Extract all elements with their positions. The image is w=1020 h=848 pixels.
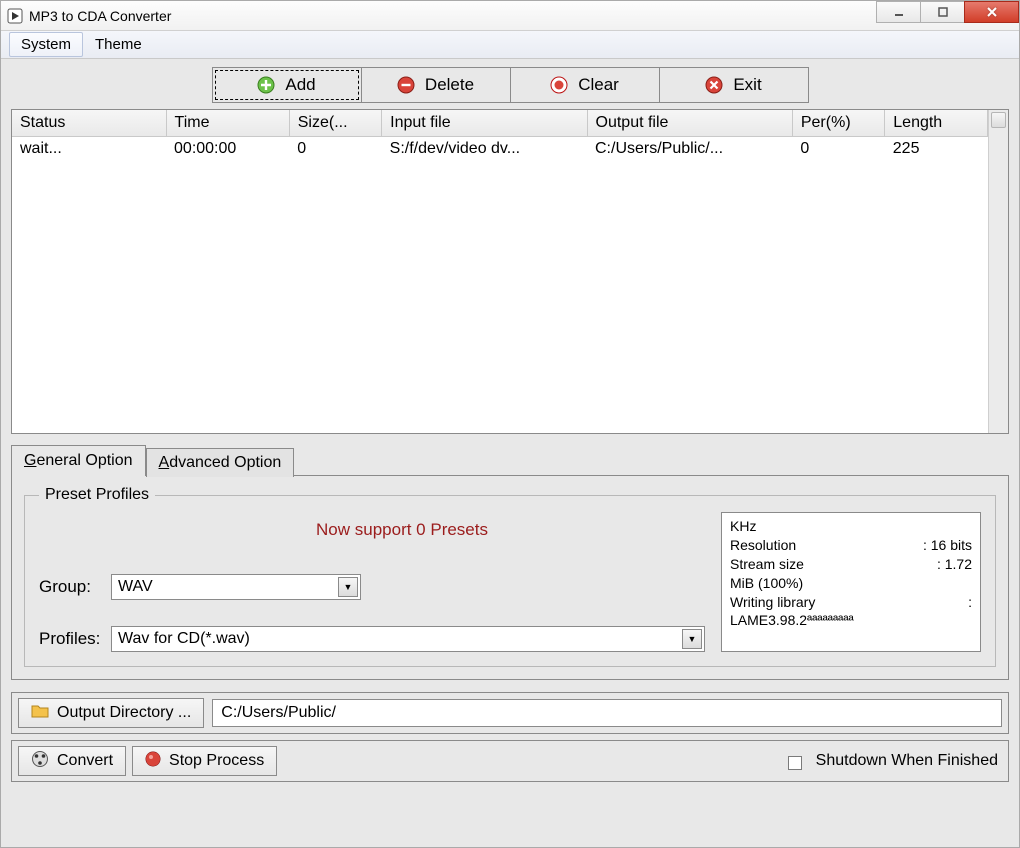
profiles-label: Profiles:: [39, 629, 111, 649]
shutdown-label: Shutdown When Finished: [816, 752, 998, 770]
convert-button[interactable]: Convert: [18, 746, 126, 776]
cell-status: wait...: [12, 137, 166, 162]
delete-icon: [397, 76, 415, 94]
info-key: Writing library: [730, 593, 968, 612]
tab-general-option[interactable]: General Option: [11, 445, 146, 476]
add-button[interactable]: Add: [212, 67, 362, 103]
info-line: KHz: [730, 517, 972, 536]
info-key: Resolution: [730, 536, 923, 555]
preset-legend: Preset Profiles: [39, 486, 155, 504]
col-time[interactable]: Time: [166, 110, 289, 137]
tab-advanced-label-rest: dvanced Option: [169, 454, 281, 471]
tab-advanced-option[interactable]: Advanced Option: [146, 448, 295, 477]
col-length[interactable]: Length: [885, 110, 988, 137]
action-bar: Convert Stop Process Shutdown When Finis…: [11, 740, 1009, 782]
group-label: Group:: [39, 577, 111, 597]
col-output[interactable]: Output file: [587, 110, 792, 137]
add-icon: [257, 76, 275, 94]
file-list: Status Time Size(... Input file Output f…: [11, 109, 1009, 434]
table-row[interactable]: wait... 00:00:00 0 S:/f/dev/video dv... …: [12, 137, 988, 162]
info-line: LAME3.98.2ªªªªªªªªª: [730, 611, 972, 630]
title-bar: MP3 to CDA Converter: [1, 1, 1019, 31]
exit-button[interactable]: Exit: [659, 67, 809, 103]
stop-label: Stop Process: [169, 752, 264, 770]
close-button[interactable]: [964, 1, 1019, 23]
group-value: WAV: [118, 578, 338, 596]
clear-label: Clear: [578, 75, 619, 95]
info-box: KHz Resolution: 16 bits Stream size: 1.7…: [721, 512, 981, 652]
clear-icon: [550, 76, 568, 94]
preset-profiles-group: Preset Profiles Now support 0 Presets Gr…: [24, 486, 996, 667]
app-icon: [7, 8, 23, 24]
stop-process-button[interactable]: Stop Process: [132, 746, 277, 776]
folder-icon: [31, 703, 49, 724]
tab-panel-general: Preset Profiles Now support 0 Presets Gr…: [11, 475, 1009, 680]
clear-button[interactable]: Clear: [510, 67, 660, 103]
info-key: Stream size: [730, 555, 937, 574]
delete-button[interactable]: Delete: [361, 67, 511, 103]
cell-input: S:/f/dev/video dv...: [382, 137, 587, 162]
chevron-down-icon: ▼: [338, 577, 358, 597]
client-area: Add Delete Clear Exit: [1, 59, 1019, 847]
file-list-area[interactable]: Status Time Size(... Input file Output f…: [12, 110, 988, 433]
exit-label: Exit: [733, 75, 761, 95]
tab-general-label-rest: eneral Option: [36, 452, 132, 469]
chevron-down-icon: ▼: [682, 629, 702, 649]
toolbar: Add Delete Clear Exit: [11, 67, 1009, 103]
shutdown-checkbox[interactable]: [788, 756, 802, 770]
output-directory-label: Output Directory ...: [57, 704, 191, 722]
col-per[interactable]: Per(%): [792, 110, 884, 137]
maximize-button[interactable]: [920, 1, 965, 23]
output-directory-field[interactable]: C:/Users/Public/: [212, 699, 1002, 727]
menu-theme[interactable]: Theme: [83, 31, 154, 58]
output-directory-value: C:/Users/Public/: [221, 704, 336, 722]
cell-output: C:/Users/Public/...: [587, 137, 792, 162]
output-bar: Output Directory ... C:/Users/Public/: [11, 692, 1009, 734]
info-val: : 16 bits: [923, 536, 972, 555]
tabs: General Option Advanced Option: [11, 444, 1009, 475]
profiles-value: Wav for CD(*.wav): [118, 630, 682, 648]
info-val: :: [968, 593, 972, 612]
app-window: MP3 to CDA Converter System Theme Add: [0, 0, 1020, 848]
col-status[interactable]: Status: [12, 110, 166, 137]
convert-label: Convert: [57, 752, 113, 770]
menu-bar: System Theme: [1, 31, 1019, 59]
scroll-up-icon[interactable]: [991, 112, 1006, 128]
menu-system[interactable]: System: [9, 32, 83, 57]
table-header-row: Status Time Size(... Input file Output f…: [12, 110, 988, 137]
minimize-button[interactable]: [876, 1, 921, 23]
add-label: Add: [285, 75, 315, 95]
group-combo[interactable]: WAV ▼: [111, 574, 361, 600]
output-directory-button[interactable]: Output Directory ...: [18, 698, 204, 728]
list-scrollbar[interactable]: [988, 110, 1008, 433]
cell-length: 225: [885, 137, 988, 162]
col-input[interactable]: Input file: [382, 110, 587, 137]
window-title: MP3 to CDA Converter: [29, 8, 877, 24]
cell-size: 0: [289, 137, 381, 162]
cell-time: 00:00:00: [166, 137, 289, 162]
delete-label: Delete: [425, 75, 474, 95]
cell-per: 0: [792, 137, 884, 162]
stop-icon: [145, 751, 161, 772]
profiles-combo[interactable]: Wav for CD(*.wav) ▼: [111, 626, 705, 652]
window-controls: [877, 1, 1019, 31]
convert-icon: [31, 750, 49, 773]
info-val: : 1.72: [937, 555, 972, 574]
preset-message: Now support 0 Presets: [39, 512, 705, 556]
info-line: MiB (100%): [730, 574, 972, 593]
exit-icon: [705, 76, 723, 94]
col-size[interactable]: Size(...: [289, 110, 381, 137]
